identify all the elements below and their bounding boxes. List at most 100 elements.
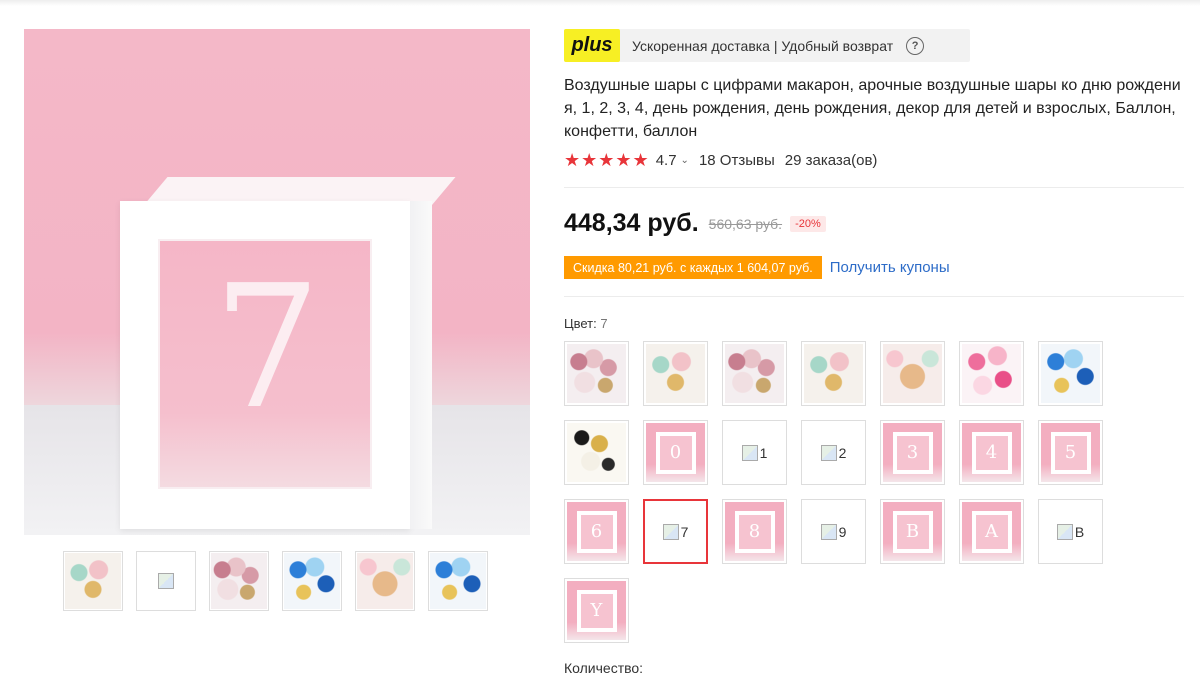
swatch-box-char: 0 bbox=[655, 431, 696, 474]
swatch-alt-text: 1 bbox=[741, 444, 768, 461]
swatch-image: B bbox=[883, 502, 942, 561]
plus-delivery-text: Ускоренная доставка | Удобный возврат bbox=[632, 37, 894, 54]
product-title: Воздушные шары с цифрами макарон, арочны… bbox=[564, 77, 1181, 140]
color-swatch[interactable]: 3 bbox=[880, 420, 945, 485]
swatch-alt-text: 9 bbox=[820, 523, 846, 540]
thumbnail-image bbox=[430, 553, 486, 609]
color-swatch[interactable]: 4 bbox=[959, 420, 1024, 485]
color-swatch[interactable] bbox=[722, 341, 787, 406]
swatch-image: Y bbox=[567, 581, 626, 640]
swatch-alt-label: 7 bbox=[680, 523, 689, 540]
swatch-image: 8 bbox=[725, 502, 784, 561]
color-swatch[interactable]: 0 bbox=[643, 420, 708, 485]
swatch-image: 4 bbox=[962, 423, 1021, 482]
swatch-box-char: 3 bbox=[892, 431, 933, 474]
plus-delivery-banner[interactable]: plus Ускоренная доставка | Удобный возвр… bbox=[564, 29, 970, 62]
rating-stars-icon: ★★★★★ bbox=[564, 150, 650, 170]
rating-row: ★★★★★ 4.7 ⌄ 18 Отзывы 29 заказа(ов) bbox=[564, 150, 877, 171]
color-swatch[interactable] bbox=[801, 341, 866, 406]
swatch-box-char: B bbox=[892, 510, 933, 553]
color-swatch[interactable] bbox=[880, 341, 945, 406]
current-price: 448,34 руб. bbox=[564, 209, 699, 237]
get-coupons-link[interactable]: Получить купоны bbox=[830, 259, 950, 276]
swatch-box-char: Y bbox=[576, 589, 617, 632]
swatch-box-char: A bbox=[971, 510, 1012, 553]
swatch-alt-text: 7 bbox=[662, 523, 689, 540]
color-swatch[interactable]: 7 bbox=[643, 499, 708, 564]
gallery-thumbnail[interactable] bbox=[63, 551, 123, 611]
coupon-row: Скидка 80,21 руб. с каждых 1 604,07 руб.… bbox=[564, 256, 950, 279]
box-window: 7 bbox=[158, 239, 372, 489]
main-product-image[interactable]: 7 bbox=[24, 29, 530, 535]
thumbnail-image bbox=[211, 553, 267, 609]
swatch-image: 0 bbox=[646, 423, 705, 482]
quantity-label: Количество: bbox=[564, 660, 644, 676]
swatch-alt-label: B bbox=[1074, 523, 1085, 540]
swatch-alt-label: 2 bbox=[838, 444, 847, 461]
swatch-image: 3 bbox=[883, 423, 942, 482]
top-bar bbox=[0, 0, 1200, 6]
swatch-image bbox=[1041, 344, 1100, 403]
swatch-image: 6 bbox=[567, 502, 626, 561]
broken-image-icon bbox=[820, 444, 837, 461]
gallery-thumbnail[interactable] bbox=[355, 551, 415, 611]
gallery-thumbnail[interactable] bbox=[282, 551, 342, 611]
price-row: 448,34 руб. 560,63 руб. -20% bbox=[564, 209, 826, 238]
color-label: Цвет: 7 bbox=[564, 316, 608, 331]
discount-badge: -20% bbox=[790, 215, 826, 232]
thumbnail-image bbox=[357, 553, 413, 609]
swatch-alt-label: 1 bbox=[759, 444, 768, 461]
gallery-thumbnail[interactable] bbox=[428, 551, 488, 611]
swatch-box-char: 6 bbox=[576, 510, 617, 553]
orders-count: 29 заказа(ов) bbox=[784, 152, 878, 169]
color-swatch[interactable]: Y bbox=[564, 578, 629, 643]
thumbnail-strip bbox=[63, 551, 488, 611]
rating-value[interactable]: 4.7 bbox=[656, 152, 677, 169]
swatch-box-char: 4 bbox=[971, 431, 1012, 474]
color-swatch[interactable]: 1 bbox=[722, 420, 787, 485]
color-swatch[interactable] bbox=[564, 420, 629, 485]
color-label-text: Цвет: bbox=[564, 316, 597, 331]
color-selected-value: 7 bbox=[600, 316, 608, 331]
color-swatch[interactable]: 5 bbox=[1038, 420, 1103, 485]
gallery-thumbnail[interactable] bbox=[136, 551, 196, 611]
broken-image-icon bbox=[1056, 523, 1073, 540]
swatch-image: A bbox=[962, 502, 1021, 561]
color-swatch[interactable]: 6 bbox=[564, 499, 629, 564]
color-swatch[interactable]: 2 bbox=[801, 420, 866, 485]
color-swatch[interactable]: A bbox=[959, 499, 1024, 564]
color-swatch[interactable] bbox=[643, 341, 708, 406]
swatch-alt-text: B bbox=[1056, 523, 1085, 540]
swatch-image bbox=[567, 344, 626, 403]
divider bbox=[564, 296, 1184, 297]
plus-logo: plus bbox=[564, 29, 620, 62]
box-digit: 7 bbox=[212, 249, 322, 447]
swatch-image bbox=[804, 344, 863, 403]
color-swatch[interactable]: B bbox=[880, 499, 945, 564]
swatch-image bbox=[962, 344, 1021, 403]
color-swatch[interactable]: 9 bbox=[801, 499, 866, 564]
color-swatches: 0123456789BABY bbox=[564, 341, 1124, 643]
chevron-down-icon[interactable]: ⌄ bbox=[681, 155, 689, 166]
box-front: 7 bbox=[120, 201, 410, 529]
balloon-box: 7 bbox=[120, 177, 456, 529]
reviews-link[interactable]: 18 Отзывы bbox=[699, 152, 775, 169]
swatch-image bbox=[646, 344, 705, 403]
box-side bbox=[410, 201, 432, 529]
swatch-alt-text: 2 bbox=[820, 444, 847, 461]
color-swatch[interactable]: B bbox=[1038, 499, 1103, 564]
color-swatch[interactable] bbox=[564, 341, 629, 406]
swatch-box-char: 5 bbox=[1050, 431, 1091, 474]
old-price: 560,63 руб. bbox=[708, 215, 783, 232]
swatch-image bbox=[567, 423, 626, 482]
swatch-image bbox=[725, 344, 784, 403]
broken-image-icon bbox=[820, 523, 837, 540]
divider bbox=[564, 187, 1184, 188]
color-swatch[interactable]: 8 bbox=[722, 499, 787, 564]
thumbnail-image bbox=[65, 553, 121, 609]
color-swatch[interactable] bbox=[959, 341, 1024, 406]
help-icon[interactable]: ? bbox=[906, 36, 925, 55]
color-swatch[interactable] bbox=[1038, 341, 1103, 406]
gallery-thumbnail[interactable] bbox=[209, 551, 269, 611]
broken-image-icon bbox=[741, 444, 758, 461]
